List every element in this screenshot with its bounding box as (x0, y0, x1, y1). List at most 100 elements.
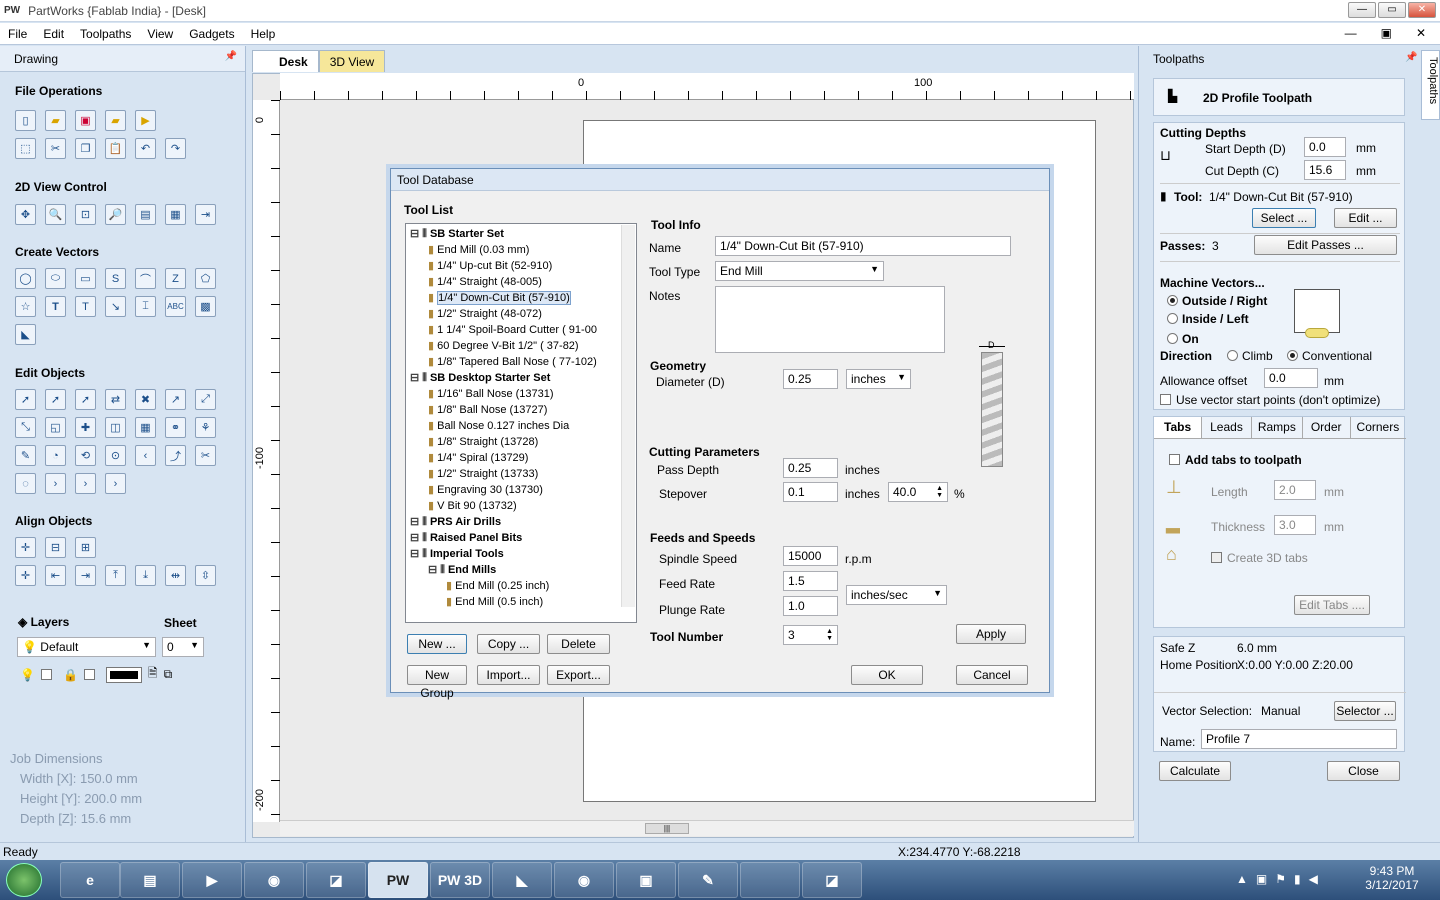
pan-icon[interactable]: ✥ (15, 204, 36, 225)
trim-icon[interactable]: ✎ (15, 445, 36, 466)
tab-tabs[interactable]: Tabs (1154, 417, 1203, 438)
menu-toolpaths[interactable]: Toolpaths (72, 27, 139, 41)
tool-type-select[interactable]: End Mill ▼ (715, 261, 884, 281)
align-hcenter-icon[interactable]: ⊟ (45, 537, 66, 558)
stepover-input[interactable]: 0.1 (783, 482, 838, 502)
save-icon[interactable]: ▣ (75, 110, 96, 131)
pass-depth-input[interactable]: 0.25 (783, 458, 838, 478)
tool-row[interactable]: ▮ 1/2" Straight (13733) (428, 466, 538, 482)
tool-group-row[interactable]: ⊟ ⫴ PRS Air Drills (410, 514, 501, 530)
size-icon[interactable]: ⤡ (15, 417, 36, 438)
weld-icon[interactable]: ⚘ (195, 417, 216, 438)
tool-row[interactable]: ▮ 1/16" Ball Nose (13731) (428, 386, 554, 402)
view-grid-icon[interactable]: ▦ (165, 204, 186, 225)
measure-icon[interactable]: ↗ (165, 389, 186, 410)
length-input[interactable]: 2.0 (1274, 480, 1316, 500)
import-button[interactable]: Import... (477, 665, 540, 685)
edit-tool-button[interactable]: Edit ... (1334, 208, 1397, 228)
tool-row[interactable]: ▮ End Mill (0.03 mm) (428, 242, 529, 258)
mdi-min-icon[interactable]: — (1337, 26, 1365, 40)
tool-group-row[interactable]: ⊟ ⫴ SB Desktop Starter Set (410, 370, 550, 386)
align-vcenter-icon[interactable]: ⊞ (75, 537, 96, 558)
tool-row[interactable]: ▮ 1/8" Ball Nose (13727) (428, 402, 547, 418)
on-radio[interactable]: On (1167, 332, 1199, 346)
node-edit-icon[interactable]: ➚ (45, 389, 66, 410)
layer-stack-icon[interactable]: ⧉ (164, 667, 173, 682)
start-button[interactable] (6, 863, 42, 897)
sheet-select[interactable]: 0 ▼ (162, 637, 204, 657)
text-arc-icon[interactable]: ABC (165, 296, 186, 317)
rate-units-select[interactable]: inches/sec ▼ (846, 585, 947, 605)
align-right-icon[interactable]: ⇥ (75, 565, 96, 586)
partworks3d-icon[interactable]: PW 3D (430, 862, 490, 898)
paint-icon[interactable]: ✎ (678, 862, 738, 898)
menu-edit[interactable]: Edit (35, 27, 72, 41)
layer-color-picker[interactable] (105, 666, 142, 683)
ie-icon[interactable]: e (60, 862, 120, 898)
toolpath-name-input[interactable]: Profile 7 (1201, 729, 1397, 749)
chrome-2-icon[interactable]: ◉ (554, 862, 614, 898)
tool-row[interactable]: ▮ 1/8" Tapered Ball Nose ( 77-102) (428, 354, 597, 370)
tray-flag-icon[interactable]: ⚑ (1275, 872, 1286, 886)
layer-manager-icon[interactable]: 🗎 (148, 664, 158, 685)
tool-row[interactable]: ▮ 60 Degree V-Bit 1/2" ( 37-82) (428, 338, 579, 354)
close-toolpath-button[interactable]: Close (1327, 761, 1400, 781)
tool-name-input[interactable]: 1/4" Down-Cut Bit (57-910) (715, 236, 1011, 256)
expand-toggle-icon[interactable]: ⊟ ⫴ (410, 372, 430, 384)
tool-row[interactable]: ▮ V Bit 90 (13732) (428, 498, 517, 514)
minimize-button[interactable]: — (1348, 2, 1376, 18)
ellipse-icon[interactable]: ⬭ (45, 268, 66, 289)
interactive-transform-icon[interactable]: ➚ (75, 389, 96, 410)
undo-icon[interactable]: ↶ (135, 138, 156, 159)
delete-tool-button[interactable]: Delete (547, 634, 610, 654)
layer-lock-checkbox[interactable] (83, 669, 95, 680)
blank-task-icon[interactable] (740, 862, 800, 898)
select-all-icon[interactable]: ⬚ (15, 138, 36, 159)
thickness-input[interactable]: 3.0 (1274, 515, 1316, 535)
pin-icon[interactable]: 📌 (225, 51, 237, 62)
zoom-box-icon[interactable]: 🔍 (45, 204, 66, 225)
chrome-icon[interactable]: ◉ (244, 862, 304, 898)
cut2d-icon[interactable]: ◪ (802, 862, 862, 898)
text-box-icon[interactable]: T (75, 296, 96, 317)
ok-button[interactable]: OK (851, 665, 923, 685)
tool-group-row[interactable]: ⊟ ⫴ Raised Panel Bits (410, 530, 522, 546)
array-icon[interactable]: ▦ (135, 417, 156, 438)
circle-icon[interactable]: ◯ (15, 268, 36, 289)
expand-toggle-icon[interactable]: ⊟ ⫴ (410, 548, 430, 560)
redo-icon[interactable]: ↷ (165, 138, 186, 159)
offset-icon[interactable]: ‹ (135, 445, 156, 466)
menu-help[interactable]: Help (243, 27, 284, 41)
apply-button[interactable]: Apply (956, 624, 1026, 644)
cut-icon[interactable]: ✂ (45, 138, 66, 159)
text-autofit-icon[interactable]: ⌶ (135, 296, 156, 317)
align-center-icon[interactable]: ✛ (15, 537, 36, 558)
new-file-icon[interactable]: ▯ (15, 110, 36, 131)
move-icon[interactable]: ⇄ (105, 389, 126, 410)
copy-icon[interactable]: ❐ (75, 138, 96, 159)
toolpaths-side-tab[interactable]: Toolpaths (1421, 50, 1440, 120)
mdi-close-icon[interactable]: ✕ (1408, 26, 1434, 40)
selector-button[interactable]: Selector ... (1334, 701, 1396, 721)
view-layout-icon[interactable]: ▤ (135, 204, 156, 225)
vector-start-checkbox[interactable]: Use vector start points (don't optimize) (1160, 393, 1380, 407)
tray-arrow-icon[interactable]: ▲ (1236, 872, 1248, 886)
conventional-radio[interactable]: Conventional (1287, 349, 1372, 363)
tab-ramps[interactable]: Ramps (1252, 417, 1303, 438)
tray-volume-icon[interactable]: ◀ (1309, 872, 1318, 886)
tool-row[interactable]: ▮ 1/4" Spiral (13729) (428, 450, 528, 466)
tab-order[interactable]: Order (1303, 417, 1351, 438)
expand-toggle-icon[interactable]: ⊟ ⫴ (410, 532, 430, 544)
resize-icon[interactable]: ◱ (45, 417, 66, 438)
maximize-button[interactable]: ▭ (1378, 2, 1406, 18)
fit-curves-icon[interactable]: ◌ (15, 473, 36, 494)
tool-group-row[interactable]: ⊟ ⫴ End Mills (428, 562, 496, 578)
tab-leads[interactable]: Leads (1202, 417, 1252, 438)
text-icon[interactable]: T (45, 296, 66, 317)
new-tool-button[interactable]: New ... (407, 634, 467, 654)
close-button[interactable]: ✕ (1408, 2, 1436, 18)
align-top-icon[interactable]: ⤒ (105, 565, 126, 586)
dogbone-icon[interactable]: › (105, 473, 126, 494)
import-bitmap-icon[interactable]: ▶ (135, 110, 156, 131)
tool-group-row[interactable]: ⊟ ⫴ Imperial Tools (410, 546, 504, 562)
